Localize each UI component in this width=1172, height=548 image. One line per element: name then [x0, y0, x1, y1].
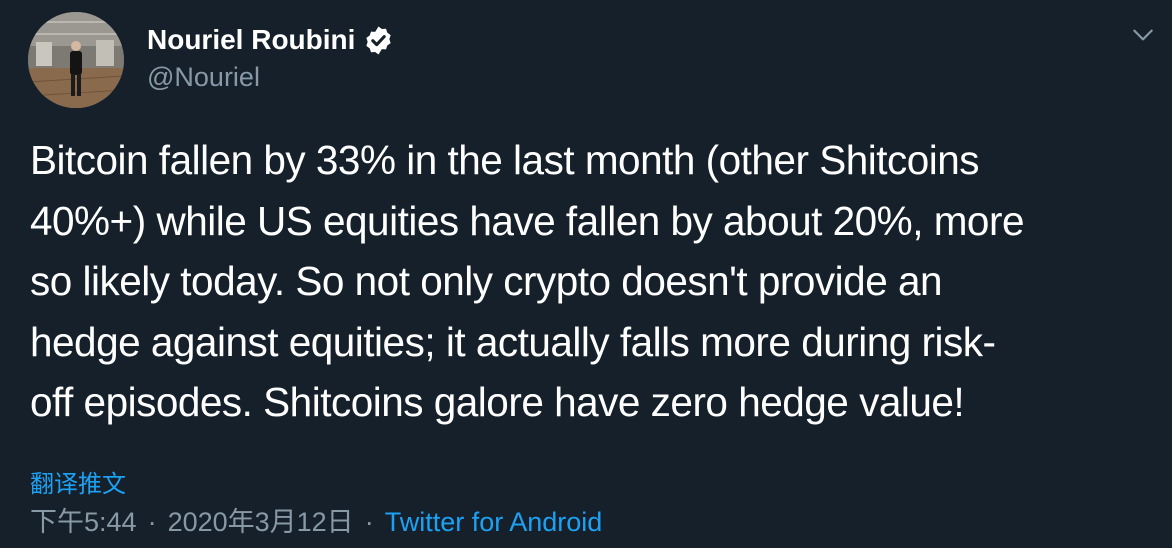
meta-separator: · — [147, 507, 157, 537]
profile-photo — [28, 12, 124, 108]
tweet-date[interactable]: 2020年3月12日 — [168, 507, 354, 537]
author-handle[interactable]: @Nouriel — [147, 57, 260, 97]
chevron-down-icon[interactable] — [1130, 22, 1156, 48]
author-name-text: Nouriel Roubini — [147, 24, 356, 55]
meta-separator: · — [364, 507, 374, 537]
tweet-source-link[interactable]: Twitter for Android — [385, 507, 603, 537]
translate-tweet-link[interactable]: 翻译推文 — [30, 469, 126, 501]
tweet-time[interactable]: 下午5:44 — [30, 507, 137, 537]
tweet-meta: 下午5:44 · 2020年3月12日 · Twitter for Android — [30, 504, 602, 540]
author-name[interactable]: Nouriel Roubini — [147, 20, 394, 60]
tweet-card: Nouriel Roubini @Nouriel Bitcoin fallen … — [0, 0, 1172, 548]
verified-badge-icon — [363, 25, 394, 56]
avatar[interactable] — [28, 12, 124, 108]
tweet-text: Bitcoin fallen by 33% in the last month … — [30, 137, 1024, 425]
